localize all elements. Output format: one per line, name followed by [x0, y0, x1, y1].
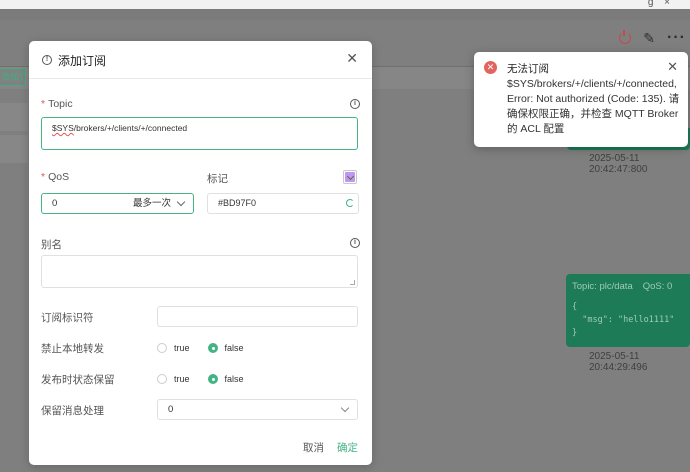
- chevron-down-icon: [340, 403, 350, 413]
- message-topic: Topic: plc/data: [572, 281, 633, 292]
- close-icon[interactable]: ✕: [667, 60, 678, 73]
- refresh-icon[interactable]: [346, 199, 354, 207]
- topic-help-icon[interactable]: i: [350, 99, 360, 109]
- retain-as-published-false-radio[interactable]: [207, 374, 218, 384]
- no-local-false-label: false: [224, 343, 244, 353]
- retain-handling-label: 保留消息处理: [41, 405, 104, 417]
- close-icon[interactable]: ✕: [346, 51, 358, 65]
- payload-line: }: [572, 328, 578, 338]
- edit-icon[interactable]: ✎: [643, 31, 655, 45]
- error-notification: ✕ 无法订阅 ✕ $SYS/brokers/+/clients/+/connec…: [474, 52, 688, 147]
- no-local-false-radio[interactable]: [207, 343, 218, 353]
- dialog-title: 添加订阅: [58, 54, 107, 68]
- retain-handling-select[interactable]: 0: [157, 399, 358, 420]
- notification-message: $SYS/brokers/+/clients/+/connected, Erro…: [507, 78, 680, 135]
- required-mark: *: [41, 171, 46, 183]
- topic-path: /brokers/+/clients/+/connected: [73, 123, 188, 133]
- message-timestamp: 2025-05-11 20:44:29:496: [589, 351, 648, 373]
- qos-description: 最多一次: [132, 198, 171, 209]
- retain-as-published-false-label: false: [224, 374, 244, 384]
- info-icon: !: [42, 55, 52, 65]
- color-label: 标记: [207, 173, 228, 185]
- qos-label: * QoS: [41, 171, 70, 183]
- error-icon: ✕: [484, 61, 497, 74]
- no-local-true-label: true: [174, 343, 190, 353]
- required-mark: *: [41, 98, 46, 110]
- window-corner-glyphs: g ×: [647, 0, 674, 8]
- disconnect-icon[interactable]: [619, 30, 632, 44]
- payload-line: "msg": "hello1111": [572, 315, 675, 325]
- subscription-item[interactable]: [0, 135, 28, 163]
- retain-as-published-true-radio[interactable]: [157, 374, 167, 384]
- alias-label: 别名: [41, 239, 62, 251]
- subscription-id-label: 订阅标识符: [41, 312, 94, 324]
- message-qos: QoS: 0: [642, 281, 673, 292]
- message-timestamp: 2025-05-11 20:42:47:800: [589, 153, 648, 175]
- topic-sys-segment: $SYS: [52, 123, 74, 133]
- no-local-label: 禁止本地转发: [41, 343, 104, 355]
- retain-as-published-label: 发布时状态保留: [41, 374, 115, 386]
- payload-line: {: [572, 302, 578, 312]
- chevron-down-icon: [176, 197, 186, 207]
- connection-toolbar: ✎ ···: [619, 30, 686, 46]
- color-picker-swatch[interactable]: [343, 170, 357, 184]
- notification-title: 无法订阅: [507, 63, 549, 75]
- subscription-item[interactable]: [0, 103, 28, 131]
- no-local-true-radio[interactable]: [157, 343, 167, 353]
- window-top-strip: g ×: [0, 0, 690, 9]
- qos-value: 0: [52, 198, 58, 209]
- retain-as-published-radio-group: true false: [157, 374, 262, 384]
- retain-handling-value: 0: [168, 404, 174, 415]
- dialog-header: ! 添加订阅 ✕: [29, 41, 372, 79]
- resize-handle[interactable]: [350, 280, 355, 285]
- add-subscription-dialog: ! 添加订阅 ✕ * Topic i $SYS/brokers/+/clients…: [29, 41, 372, 465]
- more-icon[interactable]: ···: [667, 30, 686, 46]
- alias-help-icon[interactable]: i: [350, 238, 360, 248]
- color-input[interactable]: #BD97F0: [207, 193, 359, 214]
- message-payload: { "msg": "hello1111"}: [572, 301, 684, 340]
- message-bubble: Topic: plc/data QoS: 0 { "msg": "hello11…: [566, 274, 690, 347]
- qos-select[interactable]: 0 最多一次: [41, 193, 194, 214]
- cancel-button[interactable]: 取消: [303, 440, 324, 455]
- no-local-radio-group: true false: [157, 343, 262, 353]
- topic-input[interactable]: $SYS/brokers/+/clients/+/connected: [41, 117, 358, 150]
- confirm-button[interactable]: 确定: [337, 440, 358, 455]
- add-subscription-tab[interactable]: 添加订阅: [0, 68, 26, 86]
- topic-label: * Topic: [41, 98, 73, 110]
- retain-as-published-true-label: true: [174, 374, 190, 384]
- color-value: #BD97F0: [218, 198, 257, 208]
- subscription-id-input[interactable]: [157, 306, 358, 327]
- color-swatch-fill: [345, 172, 355, 182]
- alias-input[interactable]: [41, 255, 358, 288]
